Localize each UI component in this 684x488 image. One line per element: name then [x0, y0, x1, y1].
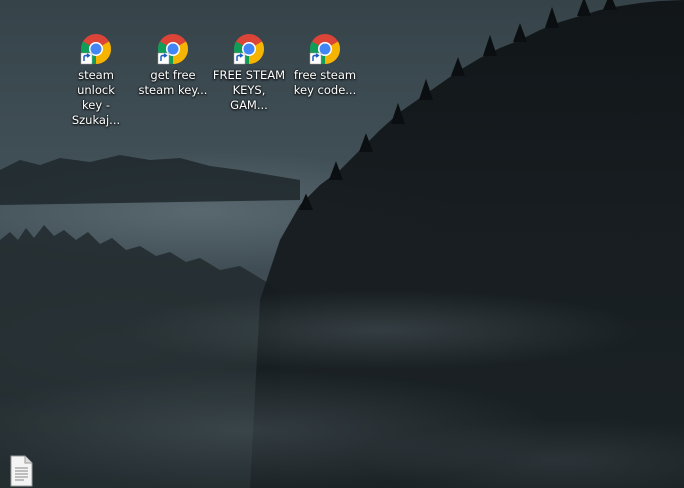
- chrome-shortcut-icon: [157, 33, 189, 65]
- desktop-shortcut-free-steam-keys-games[interactable]: FREE STEAM KEYS, GAM...: [212, 33, 286, 112]
- text-document-icon[interactable]: [8, 455, 34, 487]
- chrome-shortcut-icon: [80, 33, 112, 65]
- desktop-shortcut-steam-unlock[interactable]: steam unlock key - Szukaj...: [59, 33, 133, 127]
- shortcut-label: free steam key code...: [293, 68, 357, 97]
- desktop-shortcut-get-free-steam-key[interactable]: get free steam key...: [136, 33, 210, 105]
- shortcut-label: FREE STEAM KEYS, GAM...: [212, 68, 286, 112]
- shortcut-label: steam unlock key - Szukaj...: [71, 68, 121, 127]
- desktop[interactable]: steam unlock key - Szukaj... get free st…: [0, 0, 684, 488]
- shortcut-label: get free steam key...: [138, 68, 208, 97]
- chrome-shortcut-icon: [309, 33, 341, 65]
- desktop-shortcut-free-steam-key-code[interactable]: free steam key code...: [288, 33, 362, 105]
- chrome-shortcut-icon: [233, 33, 265, 65]
